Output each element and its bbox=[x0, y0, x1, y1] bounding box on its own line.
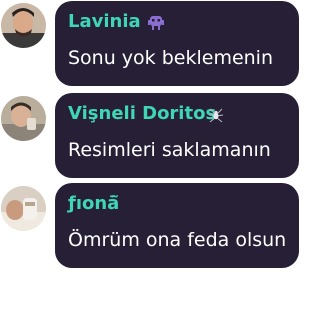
message-bubble: ƒıonā̃ Ömrüm ona feda olsun bbox=[55, 183, 299, 268]
message-text: Resimleri saklamanın bbox=[68, 139, 271, 161]
message-bubble: Lavinia Sonu yok beklemenin bbox=[55, 1, 299, 86]
user-avatar[interactable] bbox=[1, 186, 46, 231]
username[interactable]: Vişneli Doritos bbox=[68, 103, 216, 125]
message-text: Sonu yok beklemenin bbox=[68, 47, 274, 69]
message-bubble: Vişneli Doritos Resimleri saklamanın bbox=[55, 93, 299, 178]
alien-monster-icon bbox=[146, 13, 166, 33]
username[interactable]: Lavinia bbox=[68, 11, 141, 33]
username[interactable]: ƒıonā̃ bbox=[68, 193, 119, 215]
user-avatar[interactable] bbox=[1, 96, 46, 141]
spider-icon bbox=[206, 105, 226, 125]
user-avatar[interactable] bbox=[1, 3, 46, 48]
message-text: Ömrüm ona feda olsun bbox=[68, 229, 287, 251]
